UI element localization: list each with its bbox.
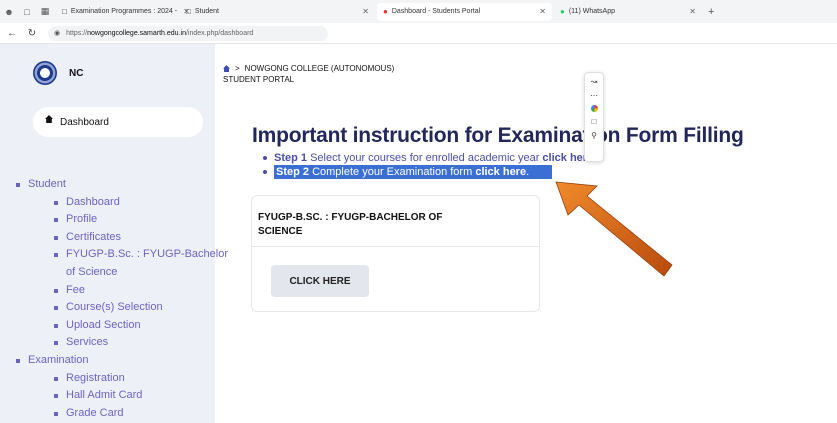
brand-name: NC [69, 67, 84, 79]
menu-course-selection[interactable]: Course(s) Selection [48, 299, 238, 317]
sidebar-item-dashboard[interactable]: Dashboard [33, 107, 203, 137]
menu-student-dashboard[interactable]: Dashboard [48, 194, 238, 212]
breadcrumb-separator: > [235, 64, 240, 73]
close-icon[interactable]: ✕ [356, 7, 369, 16]
click-here-button[interactable]: CLICK HERE [271, 265, 369, 297]
college-logo [33, 61, 57, 85]
menu-grade-card[interactable]: Grade Card [48, 405, 238, 423]
floating-toolbar: ↝ ⋯ □ ⚲ [584, 72, 604, 162]
step-1: Step 1 Select your courses for enrolled … [262, 151, 596, 165]
tab-dashboard[interactable]: ● Dashboard - Students Portal ✕ [377, 2, 552, 21]
new-tab-button[interactable]: + [708, 6, 714, 18]
tab-whatsapp[interactable]: ● (11) WhatsApp ✕ [554, 3, 702, 21]
address-bar-row: ← ↻ ◉ https://nowgongcollege.samarth.edu… [0, 23, 837, 44]
more-icon[interactable]: ⋯ [590, 91, 598, 100]
card-divider [252, 246, 539, 247]
lock-icon: ◉ [54, 30, 61, 37]
home-icon [45, 115, 53, 123]
brand[interactable]: NC [33, 61, 83, 85]
page-icon: □ [186, 7, 191, 16]
menu-student[interactable]: Student Dashboard Profile Certificates F… [10, 176, 238, 352]
program-title: FYUGP-B.SC. : FYUGP-BACHELOR OF SCIENCE [258, 212, 443, 237]
hide-icon[interactable]: ↝ [591, 77, 598, 86]
back-arrow-icon[interactable]: ← [4, 25, 20, 41]
close-icon[interactable]: ✕ [533, 7, 546, 16]
menu-upload-section[interactable]: Upload Section [48, 317, 238, 335]
breadcrumb-college[interactable]: NOWGONG COLLEGE (AUTONOMOUS) [245, 63, 395, 74]
program-card: FYUGP-B.SC. : FYUGP-BACHELOR OF SCIENCE … [251, 195, 540, 312]
sidebar-menu: Student Dashboard Profile Certificates F… [10, 176, 238, 422]
collections-icon[interactable]: □ [18, 3, 36, 21]
menu-examination[interactable]: Examination Registration Hall Admit Card… [10, 352, 238, 422]
close-icon[interactable]: ✕ [683, 7, 696, 16]
menu-certificates[interactable]: Certificates [48, 229, 238, 247]
copilot-icon[interactable] [590, 105, 598, 112]
menu-hall-admit-card[interactable]: Hall Admit Card [48, 387, 238, 405]
menu-registration[interactable]: Registration [48, 370, 238, 388]
step2-link[interactable]: click here [475, 166, 526, 178]
profile-icon[interactable]: ☻ [0, 3, 18, 21]
menu-profile[interactable]: Profile [48, 211, 238, 229]
tab-student[interactable]: □ Student ✕ [180, 3, 375, 21]
step-2: Step 2 Complete your Examination form cl… [263, 165, 552, 179]
tab-actions-icon[interactable]: ▦ [36, 3, 54, 21]
page-heading: Important instruction for Examination Fo… [252, 124, 744, 147]
copy-icon[interactable]: □ [592, 117, 597, 126]
home-icon[interactable] [223, 65, 230, 72]
breadcrumb-portal: STUDENT PORTAL [223, 75, 295, 84]
refresh-icon[interactable]: ↻ [24, 25, 40, 41]
tab-examination-programmes[interactable]: □ Examination Programmes : 2024 - ✕ [56, 3, 190, 21]
menu-services[interactable]: Services [48, 334, 238, 352]
instruction-steps: Step 1 Select your courses for enrolled … [262, 151, 596, 179]
url-field[interactable]: ◉ https://nowgongcollege.samarth.edu.in /… [48, 25, 328, 41]
menu-program[interactable]: FYUGP-B.Sc. : FYUGP-Bachelor of Science [48, 246, 238, 281]
page-icon: □ [62, 7, 67, 16]
portal-favicon-icon: ● [383, 7, 388, 16]
browser-tab-bar: ☻ □ ▦ □ Examination Programmes : 2024 - … [0, 0, 837, 23]
menu-fee[interactable]: Fee [48, 282, 238, 300]
sidebar: NC Dashboard Student Dashboard Profile C… [0, 44, 228, 423]
whatsapp-icon: ● [560, 7, 565, 16]
search-icon[interactable]: ⚲ [591, 131, 597, 140]
breadcrumb: > NOWGONG COLLEGE (AUTONOMOUS) STUDENT P… [223, 63, 394, 85]
